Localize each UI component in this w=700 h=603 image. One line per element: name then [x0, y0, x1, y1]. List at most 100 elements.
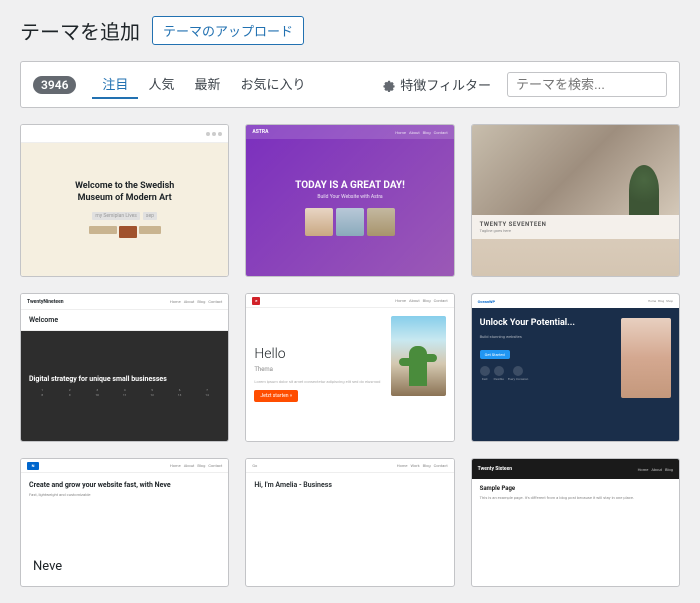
hello-left: Hello Thema Lorem ipsum dolor sit amet c… — [254, 316, 384, 433]
ocean-nav-item: Blog — [658, 299, 664, 303]
hello-desc: Lorem ipsum dolor sit amet consectetur a… — [254, 379, 384, 385]
astra-hero-title: TODAY IS A GREAT DAY! — [295, 180, 405, 191]
cal-item: 12 — [139, 393, 165, 397]
cal-item: 10 — [84, 393, 110, 397]
cal-item: 3 — [84, 388, 110, 392]
hello-body: Hello Thema Lorem ipsum dolor sit amet c… — [246, 308, 453, 441]
neve-nav-item: Blog — [197, 463, 205, 468]
theme-preview-amelia: Go Home Work Blog Contact Hi, I'm Amelia… — [246, 459, 453, 549]
theme-preview-neve: N Home About Blog Contact Create and gro… — [21, 459, 228, 549]
tt-bar — [139, 226, 161, 234]
tt-main-title: Welcome to the SwedishMuseum of Modern A… — [75, 181, 174, 204]
amelia-body: Hi, I'm Amelia - Business — [246, 473, 453, 549]
sixteen-title: Sample Page — [480, 485, 671, 492]
feature-filter[interactable]: 特徴フィルター — [382, 75, 491, 94]
theme-card-oceanwp[interactable]: OceanWP Home Blog Shop Unlock Your Poten… — [471, 293, 680, 442]
neve-logo: N — [27, 462, 39, 470]
nineteen-nav-item: Blog — [197, 299, 205, 304]
ocean-icons: Fast Flexible Every Occasion — [480, 366, 615, 381]
neve-title: Create and grow your website fast, with … — [29, 481, 220, 490]
tab-favorites[interactable]: お気に入り — [230, 70, 315, 99]
nineteen-calendar: 1 2 3 4 5 6 7 8 9 10 11 12 13 14 — [29, 388, 220, 397]
theme-card-twenty-nineteen[interactable]: TwentyNineteen Home About Blog Contact W… — [20, 293, 229, 442]
tab-featured[interactable]: 注目 — [92, 70, 138, 99]
theme-preview-astra: ASTRA Home About Blog Contact TODAY IS A… — [246, 125, 453, 276]
theme-name-oceanwp: OceanWP — [472, 441, 679, 442]
ocean-icon-circle — [480, 366, 490, 376]
tab-popular[interactable]: 人気 — [138, 70, 184, 99]
tt-body: Welcome to the SwedishMuseum of Modern A… — [21, 143, 228, 276]
cal-item: 11 — [111, 393, 137, 397]
tt-dots — [206, 132, 222, 136]
seventeen-plant — [629, 165, 659, 215]
sixteen-nav-item: Blog — [665, 467, 673, 472]
theme-card-amelia[interactable]: Go Home Work Blog Contact Hi, I'm Amelia… — [245, 458, 454, 587]
theme-card-twenty-sixteen[interactable]: Twenty Sixteen Home About Blog Sample Pa… — [471, 458, 680, 587]
theme-name-twenty-nineteen: Twenty Nineteen — [21, 441, 228, 442]
tt-nav-item: sep — [143, 212, 157, 220]
tt-dot — [206, 132, 210, 136]
theme-preview-hello: e Home About Blog Contact Hello Thema Lo… — [246, 294, 453, 441]
hello-theme-txt: Thema — [254, 366, 384, 373]
nineteen-nav: Home About Blog Contact — [170, 299, 222, 304]
page-wrapper: テーマを追加 テーマのアップロード 3946 注目 人気 最新 お気に入り 特徴… — [0, 0, 700, 603]
ocean-icon-txt: Flexible — [494, 377, 504, 381]
sixteen-header: Twenty Sixteen Home About Blog — [472, 459, 679, 479]
hello-nav-item: Contact — [434, 298, 448, 303]
neve-nav-item: About — [184, 463, 195, 468]
astra-img-3 — [367, 208, 395, 236]
theme-name-twenty-seventeen: Twenty Seventeen — [472, 276, 679, 277]
cal-item: 13 — [166, 393, 192, 397]
feature-filter-label: 特徴フィルター — [400, 75, 491, 94]
upload-theme-button[interactable]: テーマのアップロード — [152, 16, 304, 45]
ocean-right — [621, 318, 671, 398]
theme-card-twenty-seventeen[interactable]: TWENTY SEVENTEEN Tagline goes here Twent… — [471, 124, 680, 277]
amelia-nav-item: Work — [411, 463, 420, 468]
sixteen-nav: Home About Blog — [638, 467, 673, 472]
theme-card-astra[interactable]: ASTRA Home About Blog Contact TODAY IS A… — [245, 124, 454, 277]
hello-logo: e — [252, 297, 260, 305]
cal-item: 6 — [166, 388, 192, 392]
nineteen-welcome: Welcome — [21, 310, 228, 331]
theme-card-neve[interactable]: N Home About Blog Contact Create and gro… — [20, 458, 229, 587]
astra-nav-item: About — [409, 130, 420, 135]
hello-nav-item: Home — [395, 298, 406, 303]
tt-bars — [29, 226, 220, 238]
hello-right — [391, 316, 446, 396]
gear-icon — [382, 78, 396, 92]
page-header: テーマを追加 テーマのアップロード — [20, 16, 680, 45]
tt-dot — [212, 132, 216, 136]
astra-img-1 — [305, 208, 333, 236]
hello-nav: Home About Blog Contact — [395, 298, 447, 303]
tt-bar — [89, 226, 117, 234]
nineteen-nav-item: Contact — [208, 299, 222, 304]
ocean-nav: Home Blog Shop — [648, 299, 673, 303]
astra-nav: Home About Blog Contact — [395, 130, 447, 135]
ocean-icon-circle — [494, 366, 504, 376]
sixteen-body: Sample Page This is an example page. It'… — [472, 479, 679, 549]
amelia-nav-item: Contact — [434, 463, 448, 468]
ocean-title: Unlock Your Potential... — [480, 318, 615, 330]
theme-search-input[interactable] — [507, 72, 667, 97]
ocean-desc: Build stunning websites — [480, 334, 615, 339]
hello-nav-item: Blog — [423, 298, 431, 303]
theme-card-hello-elementor[interactable]: e Home About Blog Contact Hello Thema Lo… — [245, 293, 454, 442]
hello-cactus — [409, 346, 427, 386]
sixteen-content: This is an example page. It's different … — [480, 495, 671, 501]
astra-nav-item: Blog — [423, 130, 431, 135]
tt-nav: my Semiplan Lives sep — [92, 212, 157, 220]
ocean-cta: Get Started — [480, 350, 510, 359]
theme-card-twenty-twenty[interactable]: Welcome to the SwedishMuseum of Modern A… — [20, 124, 229, 277]
hello-cta-btn: Jetzt starten » — [254, 390, 298, 402]
page-title: テーマを追加 — [20, 16, 140, 45]
astra-hero-subtitle: Build Your Website with Astra — [317, 194, 382, 200]
tab-latest[interactable]: 最新 — [184, 70, 230, 99]
neve-nav-item: Contact — [208, 463, 222, 468]
astra-nav-item: Home — [395, 130, 406, 135]
seventeen-tagline: Tagline goes here — [480, 228, 671, 233]
tt-header — [21, 125, 228, 143]
nineteen-dark-section: Digital strategy for unique small busine… — [21, 331, 228, 441]
ocean-icon-txt: Fast — [482, 377, 488, 381]
amelia-header: Go Home Work Blog Contact — [246, 459, 453, 473]
ocean-nav-item: Shop — [666, 299, 673, 303]
